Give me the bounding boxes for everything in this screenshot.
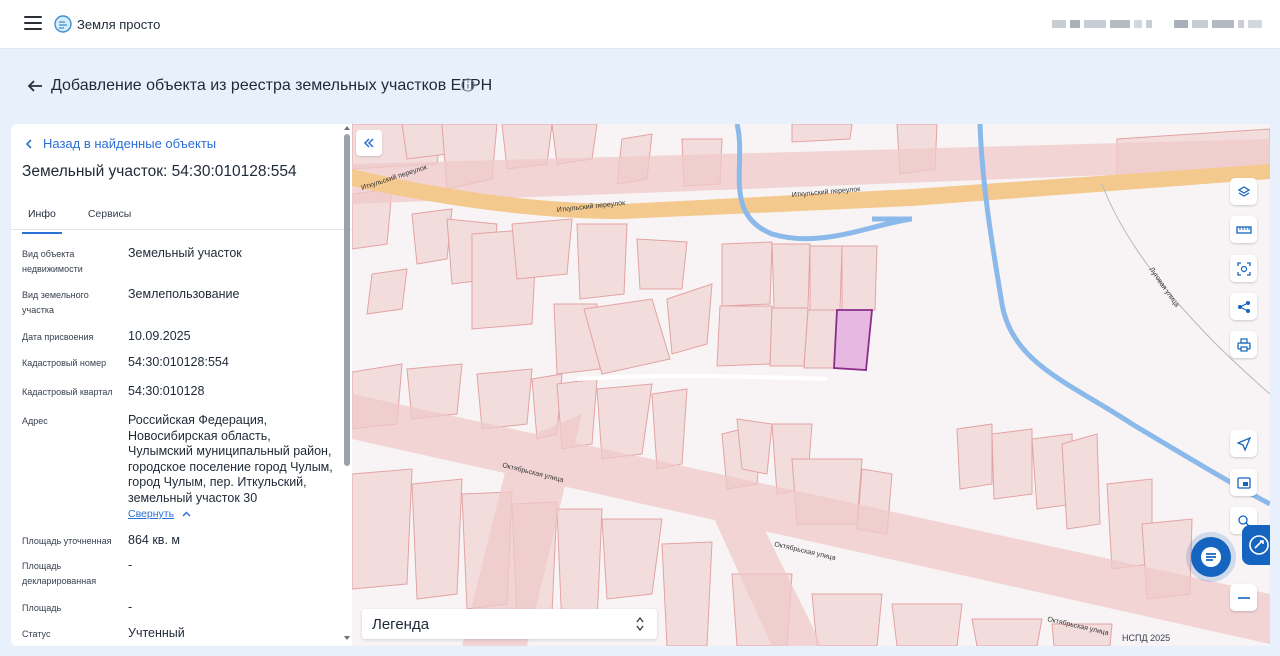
chat-button[interactable]: [1191, 537, 1231, 577]
tabs-divider: [11, 229, 352, 230]
row-value-area-specified: 864 кв. м: [128, 533, 180, 547]
assistant-button[interactable]: [1242, 525, 1270, 565]
legend-label: Легенда: [372, 616, 430, 633]
legend-selector[interactable]: Легенда: [362, 609, 657, 639]
collapse-address-link[interactable]: Свернуть: [128, 508, 191, 520]
assistant-icon: [1249, 535, 1269, 555]
parcel-title: Земельный участок: 54:30:010128:554: [22, 163, 297, 180]
ruler-button[interactable]: [1230, 216, 1257, 243]
app-title: Земля просто: [77, 17, 161, 32]
zoom-out-button[interactable]: [1230, 584, 1257, 611]
locate-icon: [1236, 436, 1251, 451]
share-button[interactable]: [1230, 293, 1257, 320]
scroll-up-arrow-icon[interactable]: [343, 125, 351, 131]
menu-icon[interactable]: [24, 16, 42, 32]
back-to-results-link[interactable]: Назад в найденные объекты: [25, 136, 216, 151]
row-value-status: Учтенный: [128, 626, 185, 640]
tab-services[interactable]: Сервисы: [82, 208, 138, 234]
row-value-date: 10.09.2025: [128, 329, 191, 343]
user-info-blurred: [1052, 20, 1262, 28]
row-label-area-declared: Площадь декларированная: [22, 561, 97, 586]
chat-icon: [1201, 547, 1221, 567]
collapse-panel-button[interactable]: [356, 130, 382, 156]
row-label-parcel-type: Вид земельного участка: [22, 290, 89, 315]
cadastral-map[interactable]: Иткульский переулок Иткульский переулок …: [352, 124, 1270, 646]
sort-arrows-icon: [636, 616, 644, 632]
row-value-cadastral-number: 54:30:010128:554: [128, 355, 229, 369]
chevron-up-icon: [182, 511, 191, 517]
row-label-area: Площадь: [22, 603, 62, 613]
top-bar: Земля просто: [0, 0, 1280, 49]
print-button[interactable]: [1230, 331, 1257, 358]
scroll-down-arrow-icon[interactable]: [343, 635, 351, 641]
row-value-address: Российская Федерация, Новосибирская обла…: [128, 413, 333, 505]
layers-button[interactable]: [1230, 178, 1257, 205]
back-arrow-icon[interactable]: [26, 78, 44, 94]
row-value-parcel-type: Землепользование: [128, 287, 240, 301]
share-icon: [1237, 300, 1250, 313]
tab-info[interactable]: Инфо: [22, 208, 62, 234]
double-chevron-left-icon: [363, 138, 374, 148]
row-value-area: -: [128, 600, 133, 614]
print-icon: [1236, 337, 1251, 352]
row-label-status: Статус: [22, 629, 51, 639]
row-label-cadastral-number: Кадастровый номер: [22, 358, 107, 368]
select-area-icon: [1236, 261, 1251, 276]
tabs: Инфо Сервисы: [22, 208, 137, 234]
locate-button[interactable]: [1230, 430, 1257, 457]
select-area-button[interactable]: [1230, 255, 1257, 282]
basemap-icon: [1236, 476, 1251, 489]
collapse-link-label: Свернуть: [128, 508, 175, 520]
basemap-button[interactable]: [1230, 469, 1257, 496]
layers-icon: [1237, 185, 1250, 197]
panel-scrollbar[interactable]: [344, 134, 350, 466]
chevron-left-icon: [25, 138, 32, 149]
row-label-date: Дата присвоения: [22, 332, 94, 342]
logo-icon: [54, 15, 72, 33]
row-label-address: Адрес: [22, 416, 48, 426]
zoom-out-icon: [1237, 596, 1250, 599]
row-value-area-declared: -: [128, 558, 133, 572]
page-title: Добавление объекта из реестра земельных …: [51, 77, 493, 94]
row-label-object-type: Вид объекта недвижимости: [22, 249, 83, 274]
row-label-area-specified: Площадь уточненная: [22, 536, 112, 546]
back-link-label: Назад в найденные объекты: [43, 136, 217, 151]
row-label-cadastral-quarter: Кадастровый квартал: [22, 387, 113, 397]
info-icon[interactable]: [461, 78, 475, 92]
row-value-cadastral-quarter: 54:30:010128: [128, 384, 205, 398]
map-attribution: НСПД 2025: [1122, 633, 1171, 643]
ruler-icon: [1235, 225, 1252, 234]
map-canvas[interactable]: Иткульский переулок Иткульский переулок …: [352, 124, 1270, 646]
object-info-panel: Назад в найденные объекты Земельный учас…: [11, 124, 352, 646]
row-value-object-type: Земельный участок: [128, 246, 242, 260]
